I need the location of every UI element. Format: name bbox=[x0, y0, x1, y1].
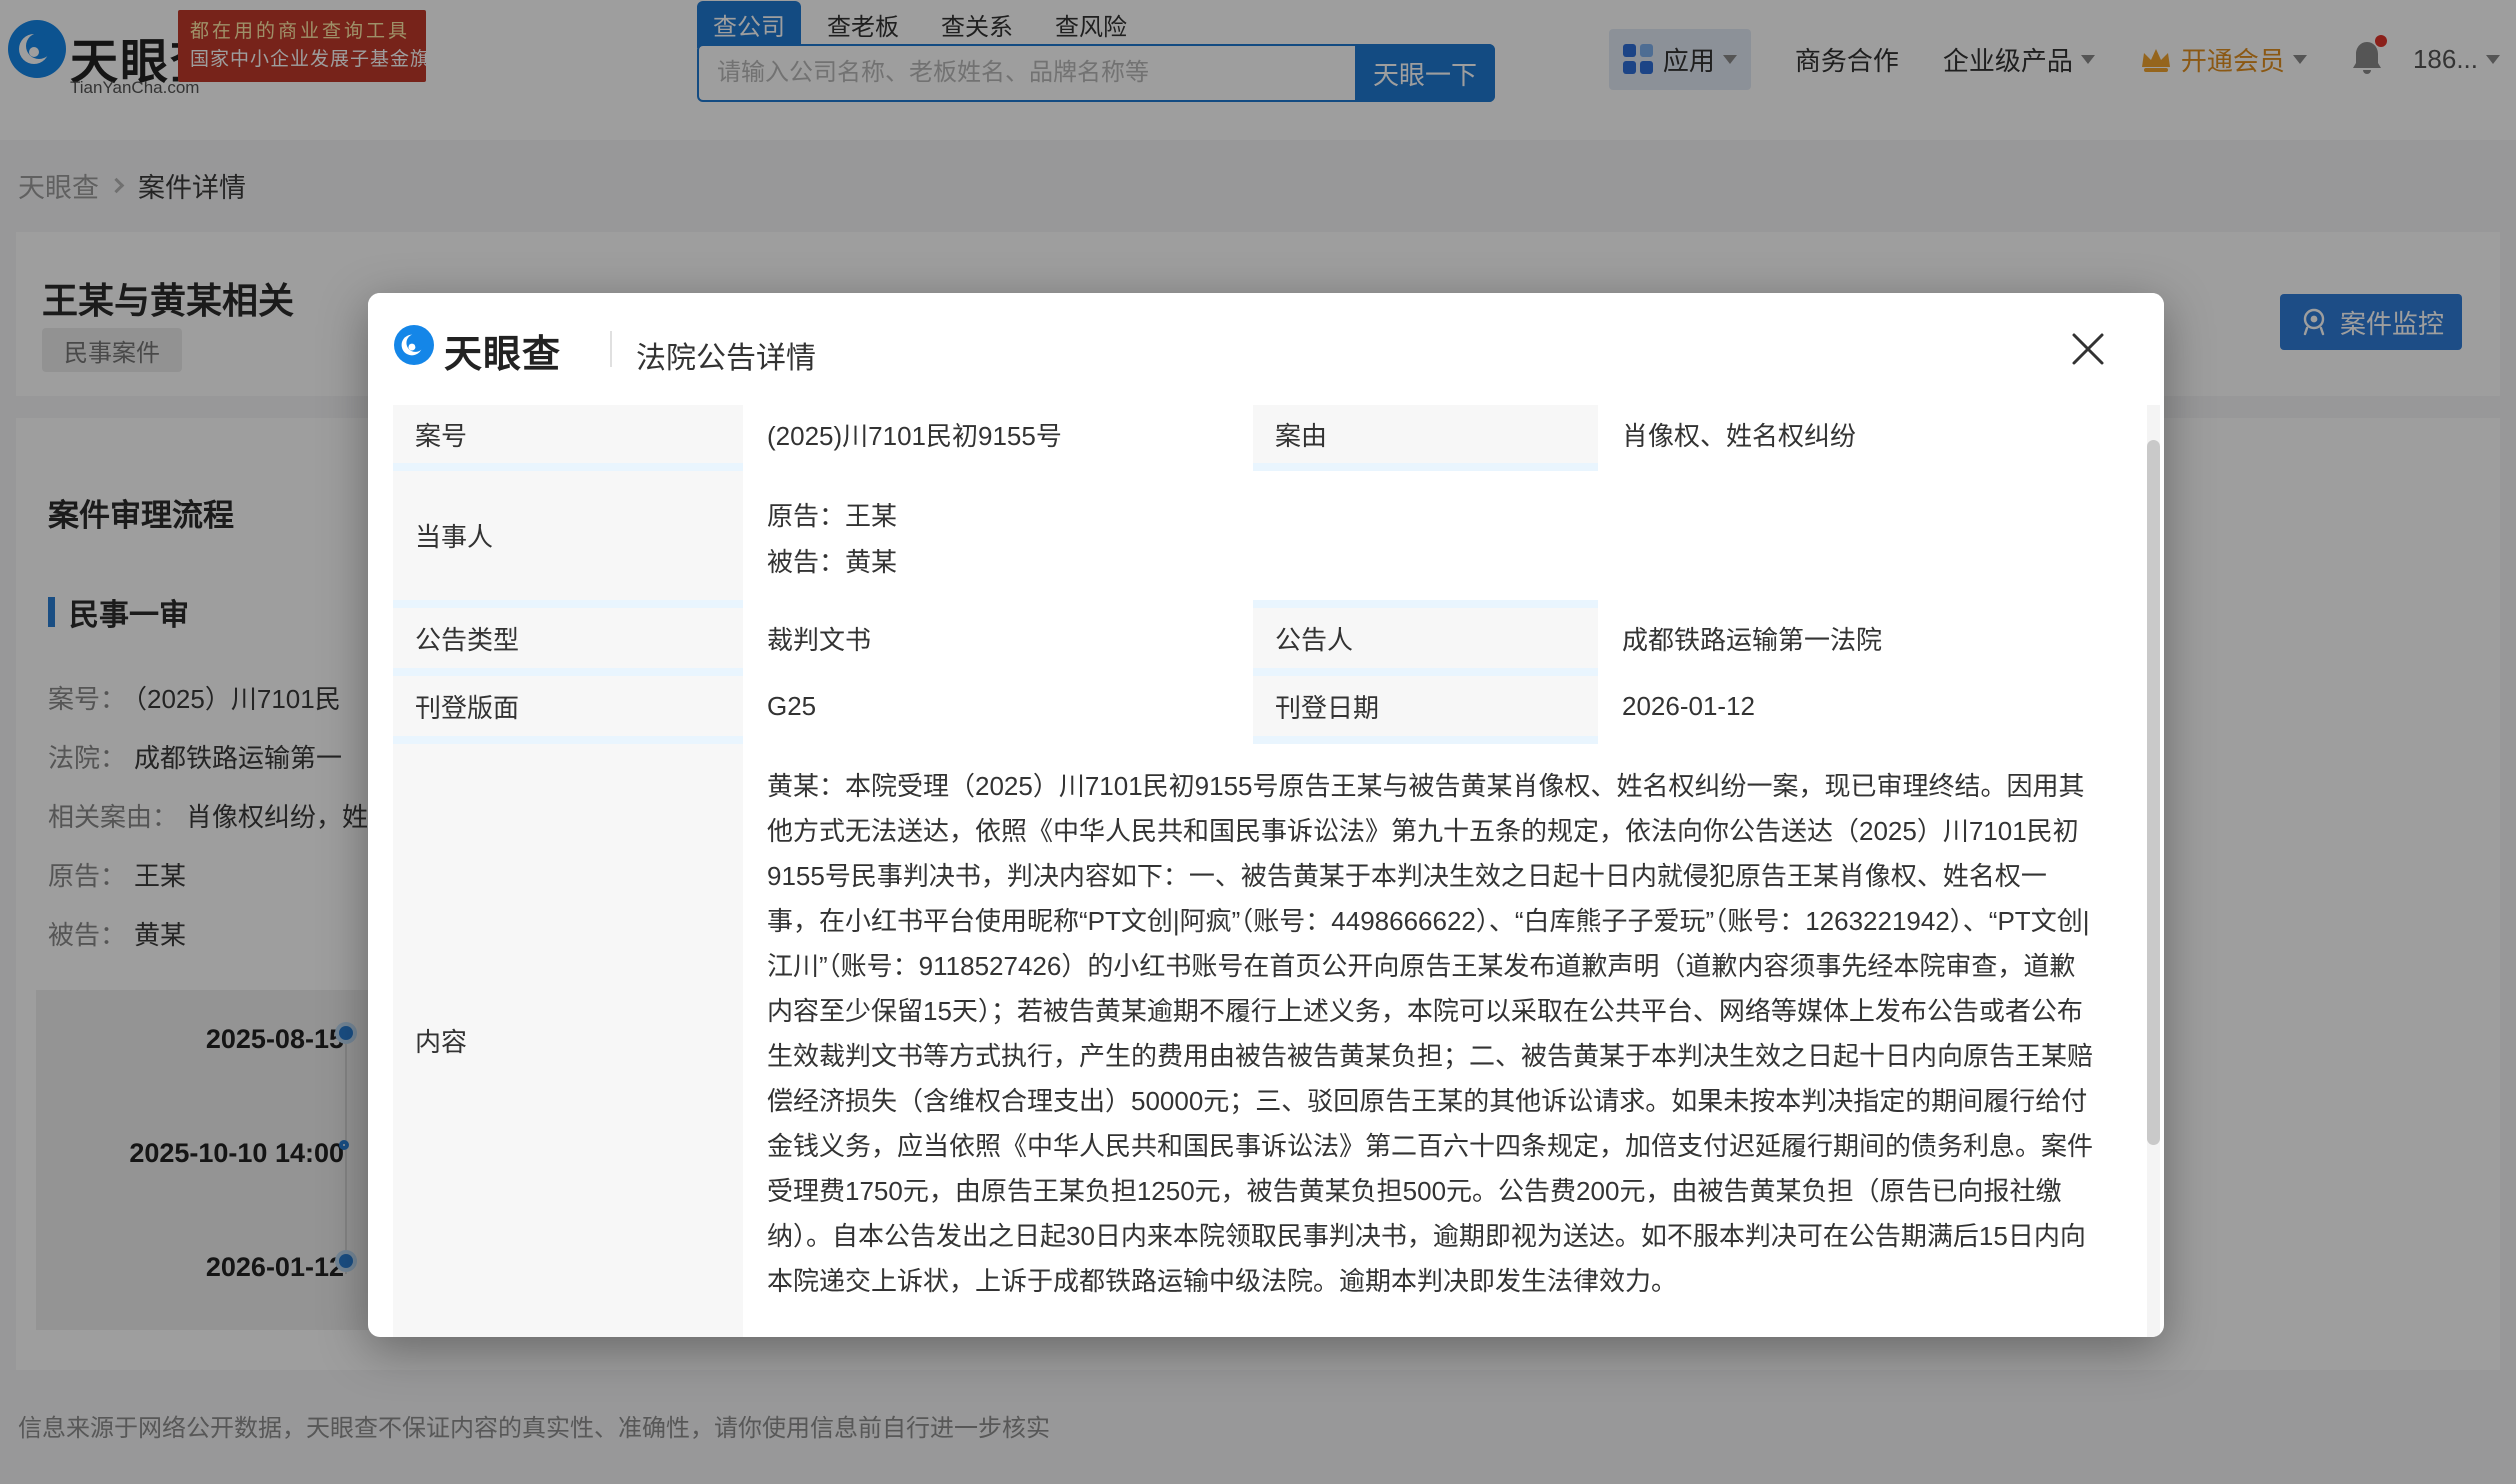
date-value: 2026-01-12 bbox=[1622, 690, 1755, 721]
cause-value: 肖像权、姓名权纠纷 bbox=[1622, 420, 1857, 451]
parties-value: 原告：王某 被告：黄某 bbox=[745, 471, 2130, 600]
plaintiff-line: 原告：王某 bbox=[767, 501, 898, 531]
modal-title: 法院公告详情 bbox=[636, 342, 816, 375]
page-label: 刊登版面 bbox=[393, 676, 743, 736]
table-row: 刊登版面 G25 刊登日期 2026-01-12 bbox=[368, 676, 2164, 736]
court-announcement-modal: 天眼查 法院公告详情 案号 (2025)川7101民初9155号 案由 肖像权、… bbox=[368, 293, 2164, 1337]
tianyancha-logo-icon bbox=[394, 325, 434, 370]
row-gap bbox=[368, 736, 2164, 744]
announcer-value: 成都铁路运输第一法院 bbox=[1622, 624, 1883, 655]
modal-header: 天眼查 法院公告详情 bbox=[368, 293, 2164, 405]
divider bbox=[610, 331, 612, 367]
table-row: 案号 (2025)川7101民初9155号 案由 肖像权、姓名权纠纷 bbox=[368, 405, 2164, 463]
parties-label: 当事人 bbox=[393, 471, 743, 600]
case-no-value: (2025)川7101民初9155号 bbox=[767, 420, 1062, 451]
case-no-label: 案号 bbox=[393, 405, 743, 463]
announcement-content: 黄某：本院受理（2025）川7101民初9155号原告王某与被告黄某肖像权、姓名… bbox=[767, 771, 2094, 1296]
content-label: 内容 bbox=[393, 744, 743, 1337]
close-icon[interactable] bbox=[2066, 327, 2110, 371]
row-gap bbox=[368, 463, 2164, 471]
type-value: 裁判文书 bbox=[767, 624, 872, 655]
row-gap bbox=[368, 600, 2164, 608]
table-row: 当事人 原告：王某 被告：黄某 bbox=[368, 471, 2164, 600]
modal-brand: 天眼查 bbox=[444, 334, 562, 376]
defendant-line: 被告：黄某 bbox=[767, 547, 898, 577]
row-gap bbox=[368, 668, 2164, 676]
modal-scrollbar-thumb[interactable] bbox=[2147, 440, 2160, 1145]
date-label: 刊登日期 bbox=[1253, 676, 1598, 736]
table-row: 公告类型 裁判文书 公告人 成都铁路运输第一法院 bbox=[368, 608, 2164, 668]
cause-label: 案由 bbox=[1253, 405, 1598, 463]
type-label: 公告类型 bbox=[393, 608, 743, 668]
announcer-label: 公告人 bbox=[1253, 608, 1598, 668]
page-value: G25 bbox=[767, 690, 817, 721]
